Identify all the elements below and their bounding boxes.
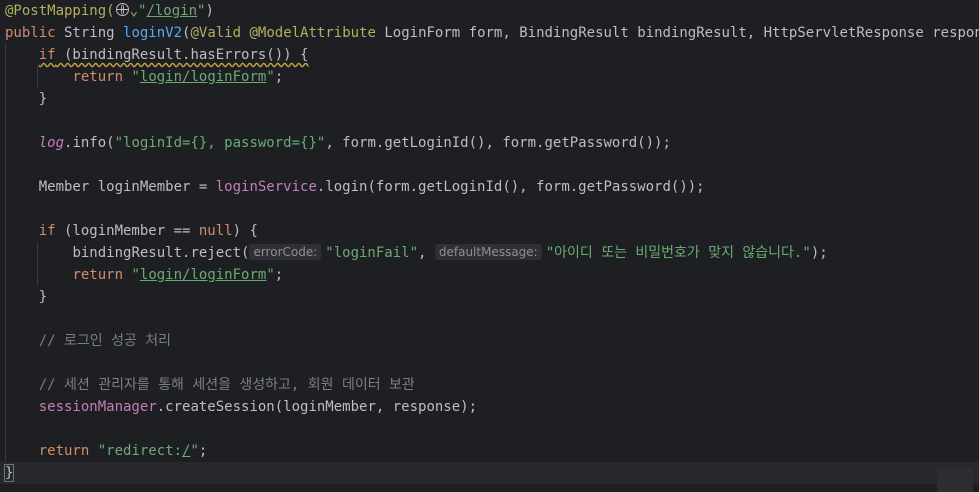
expression: (loginMember == — [55, 223, 199, 239]
globe-icon[interactable] — [115, 3, 129, 16]
keyword: return — [72, 69, 124, 85]
code-line-21[interactable]: return "redirect:/"; — [5, 440, 979, 462]
keyword: if — [38, 223, 56, 239]
params: LoginForm form, BindingResult bindingRes… — [375, 25, 979, 41]
code-line-3[interactable]: if (bindingResult.hasErrors()) { — [5, 44, 979, 66]
string: " — [266, 69, 275, 85]
keyword: if — [38, 47, 56, 63]
url-path[interactable]: /login — [146, 3, 197, 19]
code-line-18[interactable]: // 세션 관리자를 통해 세션을 생성하고, 회원 데이터 보관 — [5, 374, 979, 396]
string: "redirect: — [97, 443, 183, 459]
string: " — [190, 443, 199, 459]
call: bindingResult.reject( — [72, 245, 250, 261]
view-path-link[interactable]: login/loginForm — [140, 69, 266, 85]
keyword: return — [38, 443, 90, 459]
annotation: @PostMapping( — [5, 3, 115, 19]
call: .createSession(loginMember, response); — [156, 399, 478, 415]
field: loginService — [215, 179, 317, 195]
string: " — [131, 267, 140, 283]
parameter-hint: defaultMessage: — [434, 244, 542, 260]
field: sessionManager — [38, 399, 157, 415]
punct: ); — [810, 245, 828, 261]
code-line-4[interactable]: return "login/loginForm"; — [5, 66, 979, 88]
field: log — [38, 135, 65, 151]
code-line-14[interactable]: } — [5, 286, 979, 308]
string: "loginFail" — [325, 245, 418, 261]
code-line-11[interactable]: if (loginMember == null) { — [5, 220, 979, 242]
string: " — [131, 69, 140, 85]
annotation: @ModelAttribute — [249, 25, 376, 41]
code-editor[interactable]: @PostMapping( ⌄ " /login ") public String lo… — [0, 0, 979, 492]
parameter-hint: errorCode: — [249, 244, 322, 260]
code-line-1[interactable]: @PostMapping(⌄"/login") — [5, 0, 979, 22]
string: "아이디 또는 비밀번호가 맞지 않습니다." — [545, 245, 811, 261]
args: , form.getLoginId(), form.getPassword())… — [325, 135, 671, 151]
punct: ; — [274, 267, 284, 283]
code-line-7[interactable]: log.info("loginId={}, password={}", form… — [5, 132, 979, 154]
expression: ) { — [232, 223, 258, 239]
brace: } — [3, 464, 15, 482]
keyword: return — [72, 267, 124, 283]
declaration: Member loginMember = — [38, 179, 216, 195]
punct: ) — [205, 3, 214, 19]
string: "loginId={}, password={}" — [114, 135, 326, 151]
view-path-link[interactable]: login/loginForm — [140, 267, 266, 283]
call: .login(form.getLoginId(), form.getPasswo… — [316, 179, 705, 195]
scrollbar-thumb[interactable] — [937, 468, 973, 492]
method-name: loginV2 — [123, 25, 183, 41]
punct: ; — [274, 69, 284, 85]
code-line-2[interactable]: public String loginV2(@Valid @ModelAttri… — [5, 22, 979, 44]
keyword: public — [5, 25, 56, 41]
chevron-down-icon[interactable]: ⌄ — [130, 3, 138, 19]
punct: , — [418, 245, 435, 261]
code-line-9[interactable]: Member loginMember = loginService.login(… — [5, 176, 979, 198]
code-line-16[interactable]: // 로그인 성공 처리 — [5, 330, 979, 352]
code-line-5[interactable]: } — [5, 88, 979, 110]
code-line-13[interactable]: return "login/loginForm"; — [5, 264, 979, 286]
code-line-19[interactable]: sessionManager.createSession(loginMember… — [5, 396, 979, 418]
code-line-12[interactable]: bindingResult.reject(errorCode: "loginFai… — [5, 242, 979, 264]
code-line-22-current[interactable]: } — [0, 462, 979, 484]
type: String — [55, 25, 124, 41]
comment: // 로그인 성공 처리 — [38, 333, 172, 349]
keyword: null — [198, 223, 233, 239]
comment: // 세션 관리자를 통해 세션을 생성하고, 회원 데이터 보관 — [38, 377, 415, 393]
punct: ; — [198, 443, 208, 459]
string: " — [266, 267, 275, 283]
expression: (bindingResult.hasErrors()) { — [55, 47, 309, 63]
annotation: @Valid — [190, 25, 242, 41]
call: .info( — [64, 135, 115, 151]
